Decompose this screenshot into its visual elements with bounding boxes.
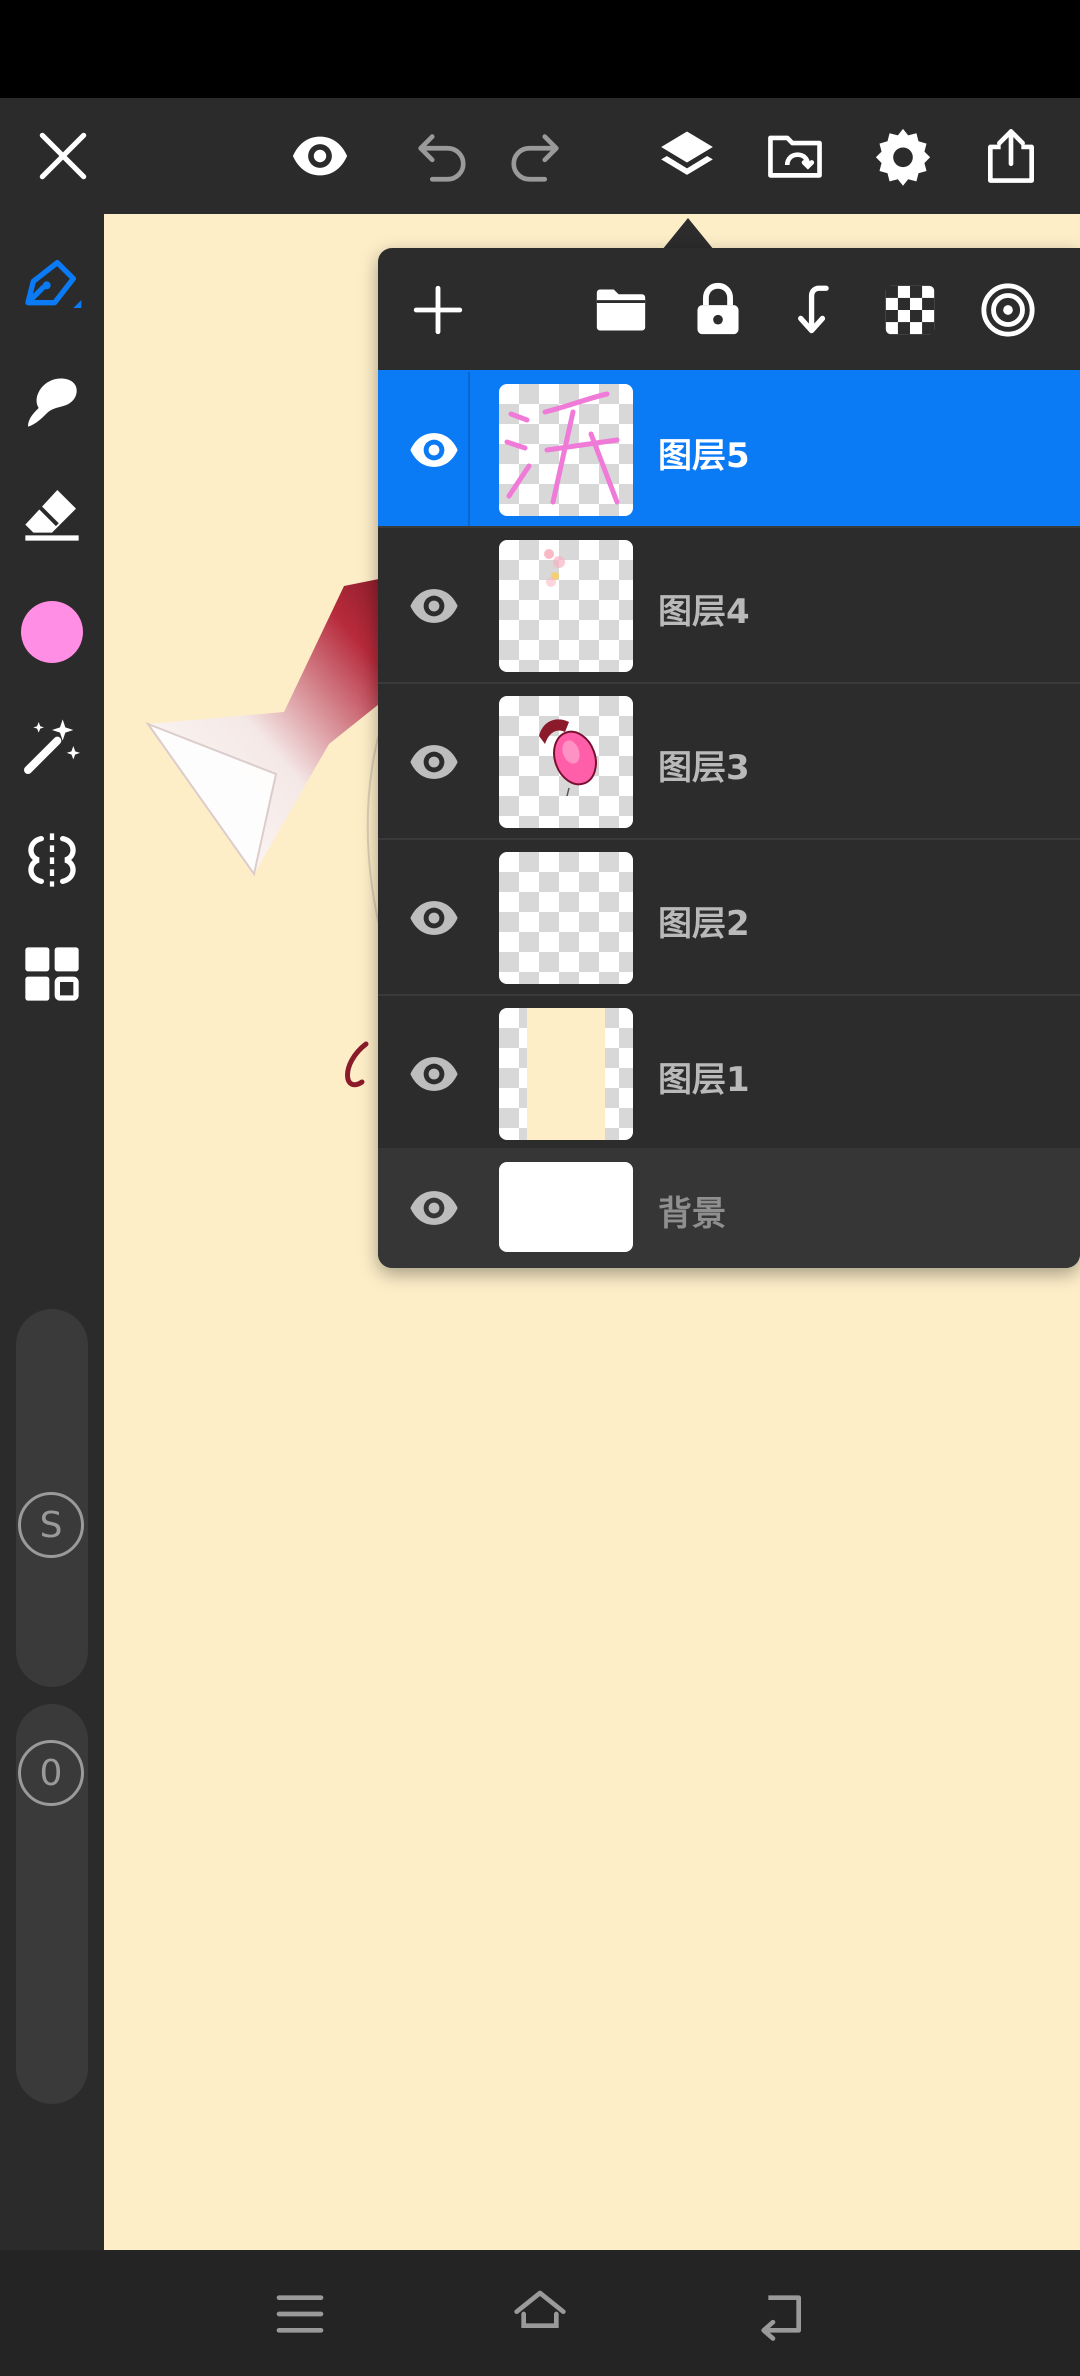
eye-icon <box>292 136 348 176</box>
eye-icon <box>410 1191 458 1225</box>
back-button[interactable] <box>740 2274 820 2354</box>
layer-thumbnail <box>499 852 633 984</box>
opacity-knob[interactable]: 0 <box>18 1740 84 1806</box>
layer-name: 图层2 <box>658 904 750 944</box>
more-tools-button[interactable] <box>0 924 104 1024</box>
system-nav-bar <box>0 2250 1080 2376</box>
symmetry-icon <box>28 833 76 887</box>
layer-thumbnail-art <box>544 549 565 587</box>
layer-visibility-toggle[interactable] <box>400 572 468 640</box>
target-icon <box>981 283 1035 337</box>
eye-icon <box>410 433 458 467</box>
redo-button[interactable] <box>492 98 582 214</box>
background-layer-row[interactable]: 背景 <box>378 1148 1080 1268</box>
layer-thumbnail-art <box>539 719 597 797</box>
layers-panel-arrow <box>662 218 714 250</box>
brush-tool-button[interactable] <box>0 234 104 334</box>
symmetry-button[interactable] <box>0 810 104 910</box>
merge-down-button[interactable] <box>774 270 854 350</box>
background-thumbnail <box>499 1162 633 1252</box>
smudge-tool-button[interactable] <box>0 350 104 450</box>
layer-visibility-toggle[interactable] <box>400 1174 468 1242</box>
reference-layer-button[interactable] <box>968 270 1048 350</box>
eraser-icon <box>25 490 79 541</box>
share-button[interactable] <box>966 98 1056 214</box>
alpha-lock-button[interactable] <box>870 270 950 350</box>
folder-icon <box>596 289 646 331</box>
layer-thumbnail <box>499 540 633 672</box>
layer-thumbnail <box>499 1008 633 1140</box>
share-icon <box>988 129 1034 183</box>
top-toolbar <box>0 98 1080 214</box>
undo-icon <box>418 134 466 182</box>
layer-visibility-toggle[interactable] <box>400 728 468 796</box>
layer-thumbnail <box>499 696 633 828</box>
eye-icon <box>410 589 458 623</box>
magic-wand-icon <box>24 719 80 774</box>
layer-row-3[interactable]: 图层3 <box>378 682 1080 838</box>
checkerboard-icon <box>885 285 935 335</box>
current-color-swatch <box>21 601 83 663</box>
menu-icon <box>276 2295 324 2333</box>
eye-icon <box>410 745 458 779</box>
close-button[interactable] <box>18 98 108 214</box>
eye-icon <box>410 901 458 935</box>
eye-icon <box>410 1057 458 1091</box>
layer-thumbnail-art <box>504 391 620 505</box>
grid-icon <box>25 947 79 1001</box>
magic-wand-button[interactable] <box>0 696 104 796</box>
left-toolbar: S 0 <box>0 214 104 2250</box>
layer-row-2[interactable]: 图层2 <box>378 838 1080 994</box>
gallery-icon <box>768 135 822 178</box>
layer-visibility-toggle[interactable] <box>400 884 468 952</box>
layer-visibility-toggle[interactable] <box>400 416 468 484</box>
layers-panel: 图层5 图层4 图层3 图层2 图层1 背景 <box>378 248 1080 1268</box>
settings-button[interactable] <box>858 98 948 214</box>
new-folder-button[interactable] <box>581 270 661 350</box>
layer-row-4[interactable]: 图层4 <box>378 526 1080 682</box>
home-icon <box>514 2290 566 2328</box>
add-layer-button[interactable] <box>398 270 478 350</box>
layer-row-1[interactable]: 图层1 <box>378 994 1080 1150</box>
layers-panel-header <box>378 248 1080 370</box>
layer-name: 图层1 <box>658 1060 750 1100</box>
layer-name: 背景 <box>658 1194 726 1234</box>
preview-button[interactable] <box>275 98 365 214</box>
menu-button[interactable] <box>260 2274 340 2354</box>
lock-icon <box>697 282 739 335</box>
layer-thumbnail-art <box>527 1008 605 1140</box>
divider <box>468 372 470 528</box>
brush-icon <box>25 260 82 308</box>
layers-button[interactable] <box>642 98 732 214</box>
back-icon <box>761 2295 801 2341</box>
settings-icon <box>875 128 931 186</box>
layer-thumbnail <box>499 384 633 516</box>
eraser-tool-button[interactable] <box>0 464 104 564</box>
brush-size-knob[interactable]: S <box>18 1492 84 1558</box>
layer-visibility-toggle[interactable] <box>400 1040 468 1108</box>
layers-icon <box>661 131 713 175</box>
color-button[interactable] <box>0 582 104 682</box>
close-icon <box>39 132 87 180</box>
layer-name: 图层4 <box>658 592 750 632</box>
smudge-icon <box>28 378 77 427</box>
add-icon <box>413 285 463 335</box>
layer-name: 图层5 <box>658 436 750 476</box>
merge-down-icon <box>798 285 829 334</box>
layer-name: 图层3 <box>658 748 750 788</box>
redo-icon <box>511 134 559 182</box>
undo-button[interactable] <box>395 98 485 214</box>
gallery-button[interactable] <box>750 98 840 214</box>
home-button[interactable] <box>500 2274 580 2354</box>
layer-row-5[interactable]: 图层5 <box>378 370 1080 528</box>
status-bar <box>0 0 1080 98</box>
lock-layer-button[interactable] <box>678 270 758 350</box>
